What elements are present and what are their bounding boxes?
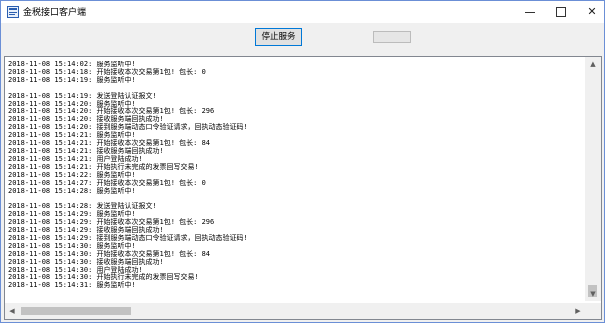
horizontal-scrollbar[interactable]: ◀ ▶ — [5, 303, 585, 319]
close-icon: ✕ — [587, 5, 597, 18]
log-line: 2018-11-08 15:14:19: 服务监听中! — [8, 75, 136, 84]
log-line: 2018-11-08 15:14:28: 服务监听中! — [8, 186, 136, 195]
scroll-right-icon[interactable]: ▶ — [571, 303, 585, 319]
maximize-icon — [556, 7, 566, 17]
horizontal-scroll-thumb[interactable] — [21, 307, 131, 315]
window-title: 金税接口客户端 — [23, 8, 87, 18]
scrollbar-corner — [585, 303, 601, 319]
stop-service-button[interactable]: 停止服务 — [255, 28, 302, 46]
main-window: 金税接口客户端 ✕ 停止服务 2018-11-08 15:14:02: 服务监听… — [0, 0, 605, 323]
log-line: 2018-11-08 15:14:31: 服务监听中! — [8, 281, 136, 290]
progress-bar — [373, 31, 411, 43]
minimize-icon — [525, 11, 535, 13]
scroll-left-icon[interactable]: ◀ — [5, 303, 19, 319]
app-icon — [7, 6, 19, 18]
scroll-up-icon[interactable]: ▲ — [585, 57, 601, 71]
log-textbox[interactable]: 2018-11-08 15:14:02: 服务监听中! 2018-11-08 15… — [4, 56, 602, 320]
log-text: 2018-11-08 15:14:02: 服务监听中! 2018-11-08 15… — [8, 61, 586, 297]
title-bar[interactable]: 金税接口客户端 ✕ — [1, 1, 604, 23]
scroll-down-icon[interactable]: ▼ — [585, 287, 601, 301]
close-button[interactable]: ✕ — [572, 1, 604, 23]
vertical-scrollbar[interactable]: ▲ ▼ — [585, 57, 601, 301]
